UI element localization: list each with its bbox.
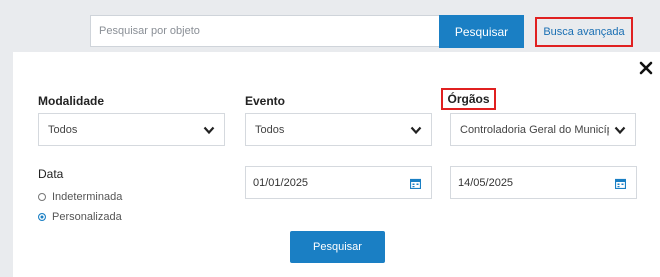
radio-personalizada[interactable]: Personalizada xyxy=(38,211,122,223)
calendar-icon[interactable] xyxy=(410,178,421,189)
radio-indeterminada[interactable]: Indeterminada xyxy=(38,191,122,203)
orgaos-label: Órgãos xyxy=(441,88,496,110)
close-icon[interactable] xyxy=(638,60,654,76)
evento-label: Evento xyxy=(245,94,286,108)
data-label: Data xyxy=(38,167,64,181)
calendar-icon[interactable] xyxy=(615,178,626,189)
chevron-down-icon xyxy=(614,126,626,135)
end-date-input[interactable]: 14/05/2025 xyxy=(450,166,637,199)
radio-indeterminada-circle[interactable] xyxy=(38,193,46,201)
modalidade-select[interactable]: Todos xyxy=(38,113,225,146)
modalidade-label: Modalidade xyxy=(38,94,105,108)
top-search-bar: Pesquisar Busca avançada xyxy=(0,0,660,52)
radio-personalizada-label: Personalizada xyxy=(52,211,122,223)
start-date-input[interactable]: 01/01/2025 xyxy=(245,166,432,199)
orgaos-value: Controladoria Geral do Município xyxy=(460,123,609,136)
chevron-down-icon xyxy=(410,126,422,135)
submit-search-button[interactable]: Pesquisar xyxy=(290,231,385,263)
advanced-search-link[interactable]: Busca avançada xyxy=(535,17,633,47)
search-input[interactable] xyxy=(90,15,439,47)
backdrop-edge xyxy=(0,52,13,277)
evento-value: Todos xyxy=(255,123,285,136)
orgaos-select[interactable]: Controladoria Geral do Município xyxy=(450,113,636,146)
end-date-value: 14/05/2025 xyxy=(458,176,514,189)
radio-personalizada-circle[interactable] xyxy=(38,213,46,221)
start-date-value: 01/01/2025 xyxy=(253,176,309,189)
evento-select[interactable]: Todos xyxy=(245,113,432,146)
chevron-down-icon xyxy=(203,126,215,135)
radio-indeterminada-label: Indeterminada xyxy=(52,191,123,203)
modalidade-value: Todos xyxy=(48,123,78,136)
search-button[interactable]: Pesquisar xyxy=(439,15,524,48)
